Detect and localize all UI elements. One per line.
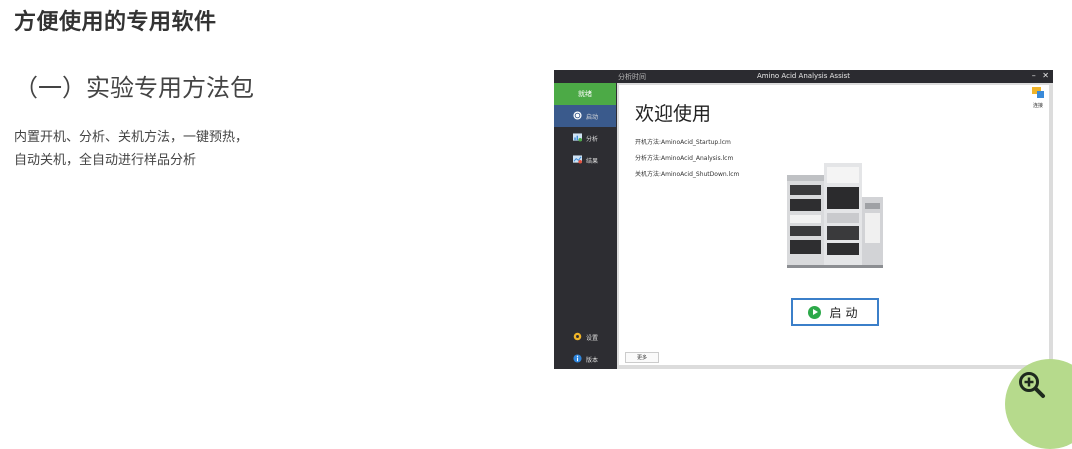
sidebar-item-start[interactable]: 启动 bbox=[554, 105, 616, 127]
connect-label: 连接 bbox=[1032, 103, 1043, 109]
zoom-in-icon[interactable] bbox=[1017, 370, 1047, 400]
sidebar-bottom: 设置 版本 bbox=[554, 326, 616, 369]
sidebar-item-settings[interactable]: 设置 bbox=[554, 326, 616, 348]
connect-indicator[interactable]: 连接 bbox=[1031, 87, 1045, 109]
sidebar: 就绪 启动 分析 结果 设置 版本 bbox=[554, 83, 616, 369]
sidebar-item-label: 分析 bbox=[586, 136, 599, 143]
chart-icon bbox=[573, 133, 582, 142]
method-analysis: 分析方法:AminoAcid_Analysis.lcm bbox=[635, 155, 734, 162]
sidebar-item-results[interactable]: 结果 bbox=[554, 149, 616, 171]
description-line: 内置开机、分析、关机方法，一键预热， bbox=[14, 130, 249, 145]
app-screenshot-window: 分析时间 Amino Acid Analysis Assist – ✕ 就绪 启… bbox=[554, 70, 1053, 369]
sidebar-item-label: 启动 bbox=[586, 114, 599, 121]
titlebar: 分析时间 Amino Acid Analysis Assist – ✕ bbox=[554, 70, 1053, 83]
sidebar-item-label: 设置 bbox=[586, 335, 599, 342]
window-title: Amino Acid Analysis Assist bbox=[756, 72, 851, 80]
start-button[interactable]: 启动 bbox=[791, 298, 879, 326]
description-line: 自动关机，全自动进行样品分析 bbox=[14, 153, 197, 168]
sidebar-item-version[interactable]: 版本 bbox=[554, 348, 616, 369]
play-icon bbox=[808, 305, 822, 319]
minimize-button[interactable]: – bbox=[1032, 71, 1036, 80]
gear-icon bbox=[573, 332, 582, 341]
main-area: 欢迎使用 开机方法:AminoAcid_Startup.lcm 分析方法:Ami… bbox=[617, 83, 1053, 369]
section-subheading: （一）实验专用方法包 bbox=[14, 74, 254, 102]
start-button-label: 启动 bbox=[829, 305, 862, 320]
sidebar-item-analysis[interactable]: 分析 bbox=[554, 127, 616, 149]
status-badge: 就绪 bbox=[554, 83, 616, 105]
page-heading: 方便使用的专用软件 bbox=[14, 10, 217, 35]
info-icon bbox=[573, 354, 582, 363]
connect-icon bbox=[1032, 87, 1044, 98]
feature-description: 内置开机、分析、关机方法，一键预热， 自动关机，全自动进行样品分析 bbox=[14, 126, 314, 172]
welcome-title: 欢迎使用 bbox=[635, 103, 712, 125]
window-controls: – ✕ bbox=[1028, 71, 1049, 80]
results-icon bbox=[573, 155, 582, 164]
welcome-panel: 欢迎使用 开机方法:AminoAcid_Startup.lcm 分析方法:Ami… bbox=[619, 85, 1049, 365]
sidebar-item-label: 版本 bbox=[586, 357, 599, 364]
power-icon bbox=[573, 111, 582, 120]
sidebar-item-label: 结果 bbox=[586, 158, 599, 165]
close-button[interactable]: ✕ bbox=[1042, 71, 1049, 80]
method-startup: 开机方法:AminoAcid_Startup.lcm bbox=[635, 139, 731, 146]
method-shutdown: 关机方法:AminoAcid_ShutDown.lcm bbox=[635, 171, 740, 178]
more-button[interactable]: 更多 bbox=[625, 352, 659, 363]
instrument-image bbox=[787, 163, 883, 268]
